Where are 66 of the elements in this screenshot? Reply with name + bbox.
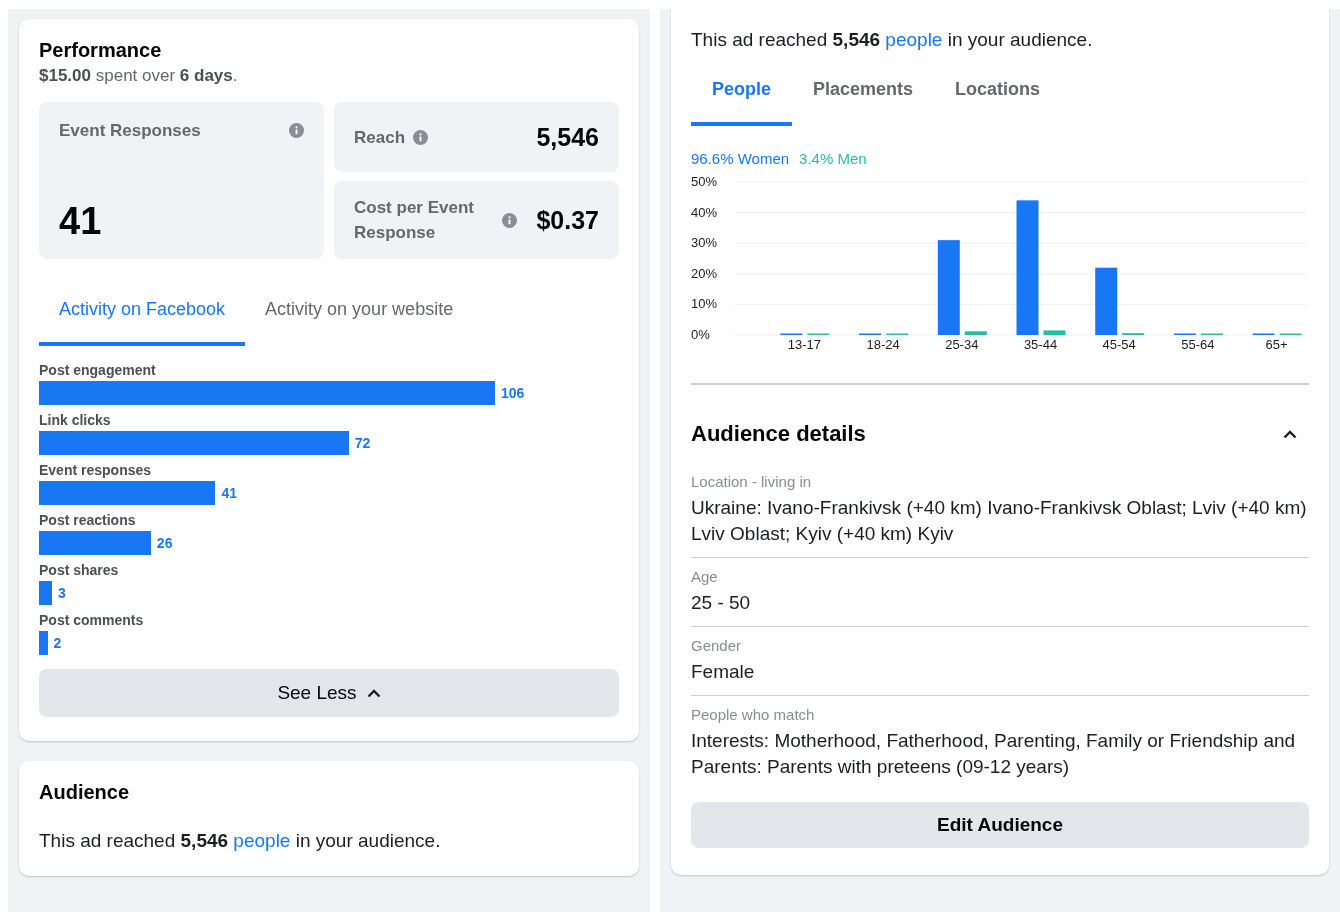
bar-value: 3 <box>57 585 66 601</box>
people-link[interactable]: people <box>885 29 943 50</box>
card-title: Audience <box>39 781 131 804</box>
metric-label: Reach <box>354 126 406 149</box>
detail-label: Gender <box>691 637 743 654</box>
detail-label: Location - living in <box>691 473 813 490</box>
x-tick-label: 18-24 <box>866 337 900 352</box>
x-tick-label: 65+ <box>1265 337 1288 352</box>
bar-label: Post reactions <box>39 512 137 528</box>
x-tick-label: 35-44 <box>1023 337 1058 352</box>
metric-label: Event Responses <box>59 120 201 142</box>
metric-label: Cost per Event Response <box>354 197 475 244</box>
bar-label: Event responses <box>39 462 153 478</box>
tab[interactable]: Activity on your website <box>245 285 474 346</box>
chart-bar <box>1043 330 1066 335</box>
x-tick-label: 13-17 <box>787 337 821 352</box>
tab[interactable]: Placements <box>792 65 935 126</box>
spend-summary: $15.00 spent over 6 days. <box>39 66 239 86</box>
x-tick-label: 55-64 <box>1181 337 1215 352</box>
bar-value: 106 <box>501 385 525 401</box>
card-title: Performance <box>39 39 163 62</box>
people-link[interactable]: people <box>233 830 291 851</box>
bar-label: Post engagement <box>39 362 157 378</box>
bar-label: Post shares <box>39 562 120 578</box>
chart-bar <box>1095 267 1118 335</box>
y-tick-label: 10% <box>691 296 718 312</box>
x-tick-label: 25-34 <box>945 337 979 352</box>
detail-value: Interests: Motherhood, Fatherhood, Parenting, Family or Friendship and Parents: Parents with preteens (09-12 years) <box>691 729 1297 779</box>
reach-sentence: This ad reached 5,546 people in your audience. <box>39 830 442 852</box>
activity-bar <box>39 631 48 655</box>
bar-value: 72 <box>354 435 371 451</box>
detail-value: Ukraine: Ivano-Frankivsk (+40 km) Ivano-Frankivsk Oblast; Lviv (+40 km) Lviv Oblast; Kyiv (+40 km) Kyiv <box>691 496 1308 546</box>
y-tick-label: 30% <box>691 235 718 251</box>
see-less-button[interactable]: See Less <box>39 669 619 717</box>
y-tick-label: 20% <box>691 265 718 281</box>
detail-value: Female <box>691 660 756 684</box>
metric-value: 5,546 <box>536 122 599 152</box>
tab[interactable]: Locations <box>934 65 1062 126</box>
y-tick-label: 40% <box>691 204 718 220</box>
y-tick-label: 0% <box>691 327 710 342</box>
legend-label: 96.6% Women <box>691 150 790 167</box>
legend-label: 3.4% Men <box>799 150 867 167</box>
x-tick-label: 45-54 <box>1102 337 1136 352</box>
info-icon[interactable] <box>502 212 517 228</box>
detail-label: Age <box>691 568 719 585</box>
bar-value: 41 <box>221 485 237 501</box>
reach-sentence: This ad reached 5,546 people in your audience. <box>691 29 1094 51</box>
info-icon[interactable] <box>413 129 429 145</box>
section-title: Audience details <box>691 421 866 447</box>
metric-value: $0.37 <box>536 205 599 235</box>
metric-value: 41 <box>59 200 103 243</box>
bar-label: Link clicks <box>39 412 112 428</box>
detail-label: People who match <box>691 706 816 723</box>
bar-value: 26 <box>156 535 173 551</box>
activity-bar <box>39 581 52 605</box>
tab[interactable]: People <box>691 65 793 126</box>
chevron-up-icon[interactable] <box>366 688 381 698</box>
bar-label: Post comments <box>39 612 145 628</box>
tab[interactable]: Activity on Facebook <box>39 285 246 346</box>
info-icon[interactable] <box>289 123 304 138</box>
chart-bar <box>964 331 987 335</box>
y-tick-label: 50% <box>691 174 718 189</box>
bar-value: 2 <box>53 635 62 651</box>
detail-value: 25 - 50 <box>691 591 752 615</box>
chevron-up-icon[interactable] <box>1283 429 1297 439</box>
edit-audience-button[interactable]: Edit Audience <box>691 802 1309 848</box>
